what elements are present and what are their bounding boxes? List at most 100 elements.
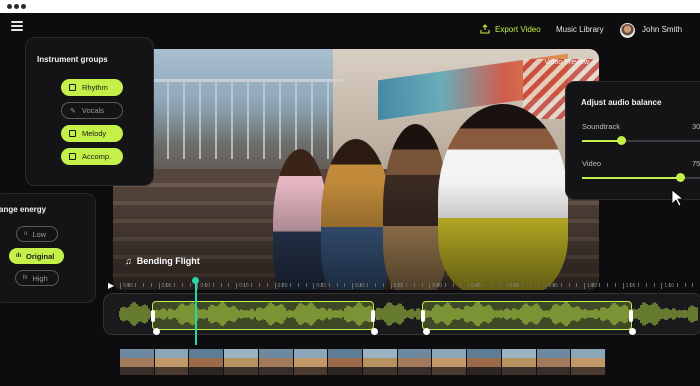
video-preview[interactable]: Video Preview ♫ Bending Flight [113,49,599,290]
ruler-tick-label: 0:05 [161,283,172,289]
ruler-tick [638,283,640,287]
selected-audio-segment[interactable] [151,301,378,335]
filmstrip-frame[interactable] [189,349,225,375]
ruler-tick [197,283,199,289]
ruler-tick-label: 0:25 [316,283,327,289]
ruler-tick-label: 1:10 [664,283,675,289]
export-video-button[interactable]: Export Video [480,24,541,34]
window-dot-icon[interactable] [14,4,19,9]
music-library-link[interactable]: Music Library [556,25,604,34]
menu-icon[interactable] [11,21,23,31]
soundtrack-slider-knob[interactable] [617,136,626,145]
timeline-ruler[interactable]: 0:00 0:05 0:10 0:15 0:20 0:25 0:30 0:35 0:40 0:45… [120,283,700,293]
ruler-tick [537,283,539,287]
energy-original-label: Original [26,251,55,261]
segment-trim-handle[interactable] [629,310,633,322]
ruler-tick [645,283,647,287]
audio-waveform-track[interactable] [103,293,700,335]
export-video-label: Export Video [495,24,541,34]
ruler-tick [692,283,694,287]
filmstrip-frame[interactable] [501,349,537,375]
filmstrip-frame[interactable] [432,349,468,375]
ruler-tick [220,283,222,287]
ruler-tick [529,283,531,287]
play-icon[interactable]: ▶ [108,281,114,290]
segment-handle-badge [629,328,636,335]
vocals-label: Vocals [81,106,104,115]
filmstrip-frame[interactable] [120,349,155,375]
video-volume-slider-fill [582,177,680,179]
segment-trim-handle[interactable] [371,310,375,322]
vocals-toggle[interactable]: ✎ Vocals [61,102,123,119]
ruler-tick [599,283,601,287]
video-volume-slider-knob[interactable] [675,173,685,182]
playhead-handle[interactable] [192,277,199,284]
energy-high-button[interactable]: llı High [15,270,59,286]
segment-trim-handle[interactable] [421,310,425,322]
video-editor-app: Export Video Music Library John Smith Vi… [0,13,700,386]
mouse-pointer-icon [671,189,685,207]
ruler-tick [236,283,237,289]
ruler-tick [661,283,663,289]
melody-toggle[interactable]: Melody [61,125,123,142]
ruler-tick [545,283,547,289]
ruler-tick-label: 0:30 [355,283,365,289]
ruler-tick [290,283,292,287]
timeline-playhead[interactable] [195,279,197,345]
ruler-tick [336,283,338,287]
user-name[interactable]: John Smith [642,25,682,34]
filmstrip-frame[interactable] [571,349,606,375]
filmstrip-frame[interactable] [536,349,572,375]
ruler-tick [429,283,431,289]
filmstrip-frame[interactable] [328,349,364,375]
instrument-groups-panel: Instrument groups Rhythm ✎ Vocals Melody… [25,37,154,186]
window-dot-icon[interactable] [7,4,12,9]
ruler-tick [614,283,616,287]
ruler-tick-label: 0:15 [239,283,249,289]
ruler-tick-label: 0:00 [123,283,133,289]
soundtrack-slider-fill [582,140,621,142]
music-note-icon: ♫ [125,256,132,266]
ruler-tick [174,283,176,287]
rhythm-toggle[interactable]: Rhythm [61,79,123,96]
ruler-tick [483,283,485,287]
user-avatar[interactable] [620,23,635,38]
accomp-toggle[interactable]: Accomp. [61,148,123,165]
ruler-tick [506,283,508,289]
soundtrack-label: Soundtrack [582,122,620,131]
selected-audio-segment[interactable] [421,301,636,335]
original-energy-icon: ılı [16,253,22,259]
filmstrip-frame[interactable] [467,349,502,375]
energy-original-button[interactable]: ılı Original [9,248,64,264]
filmstrip-frame[interactable] [258,349,294,375]
energy-low-button[interactable]: ıı Low [16,226,58,242]
window-dot-icon[interactable] [21,4,26,9]
video-preview-label: Video Preview [544,59,589,66]
ruler-tick [375,283,377,287]
keyboard-icon [69,130,76,137]
segment-trim-handle[interactable] [151,310,155,322]
ruler-tick [259,283,261,287]
ruler-tick [413,283,415,287]
video-vignette [113,49,599,290]
energy-panel: ange energy ıı Low ılı Original llı High [0,193,96,303]
soundtrack-slider[interactable] [582,136,700,145]
video-volume-slider[interactable] [582,173,700,182]
filmstrip-frame[interactable] [363,349,398,375]
video-filmstrip[interactable] [120,349,606,375]
ruler-tick [421,283,423,287]
filmstrip-frame[interactable] [154,349,190,375]
ruler-tick-label: 0:35 [393,283,404,289]
track-title: ♫ Bending Flight [125,256,200,266]
melody-label: Melody [82,129,107,138]
microphone-icon: ✎ [70,107,76,115]
ruler-tick [406,283,408,287]
ruler-tick [568,283,570,287]
segment-handle-badge [423,328,430,335]
ruler-tick [305,283,307,287]
video-volume-value: 75 [692,159,700,168]
filmstrip-frame[interactable] [293,349,329,375]
ruler-tick [622,283,624,289]
filmstrip-frame[interactable] [397,349,433,375]
filmstrip-frame[interactable] [224,349,259,375]
